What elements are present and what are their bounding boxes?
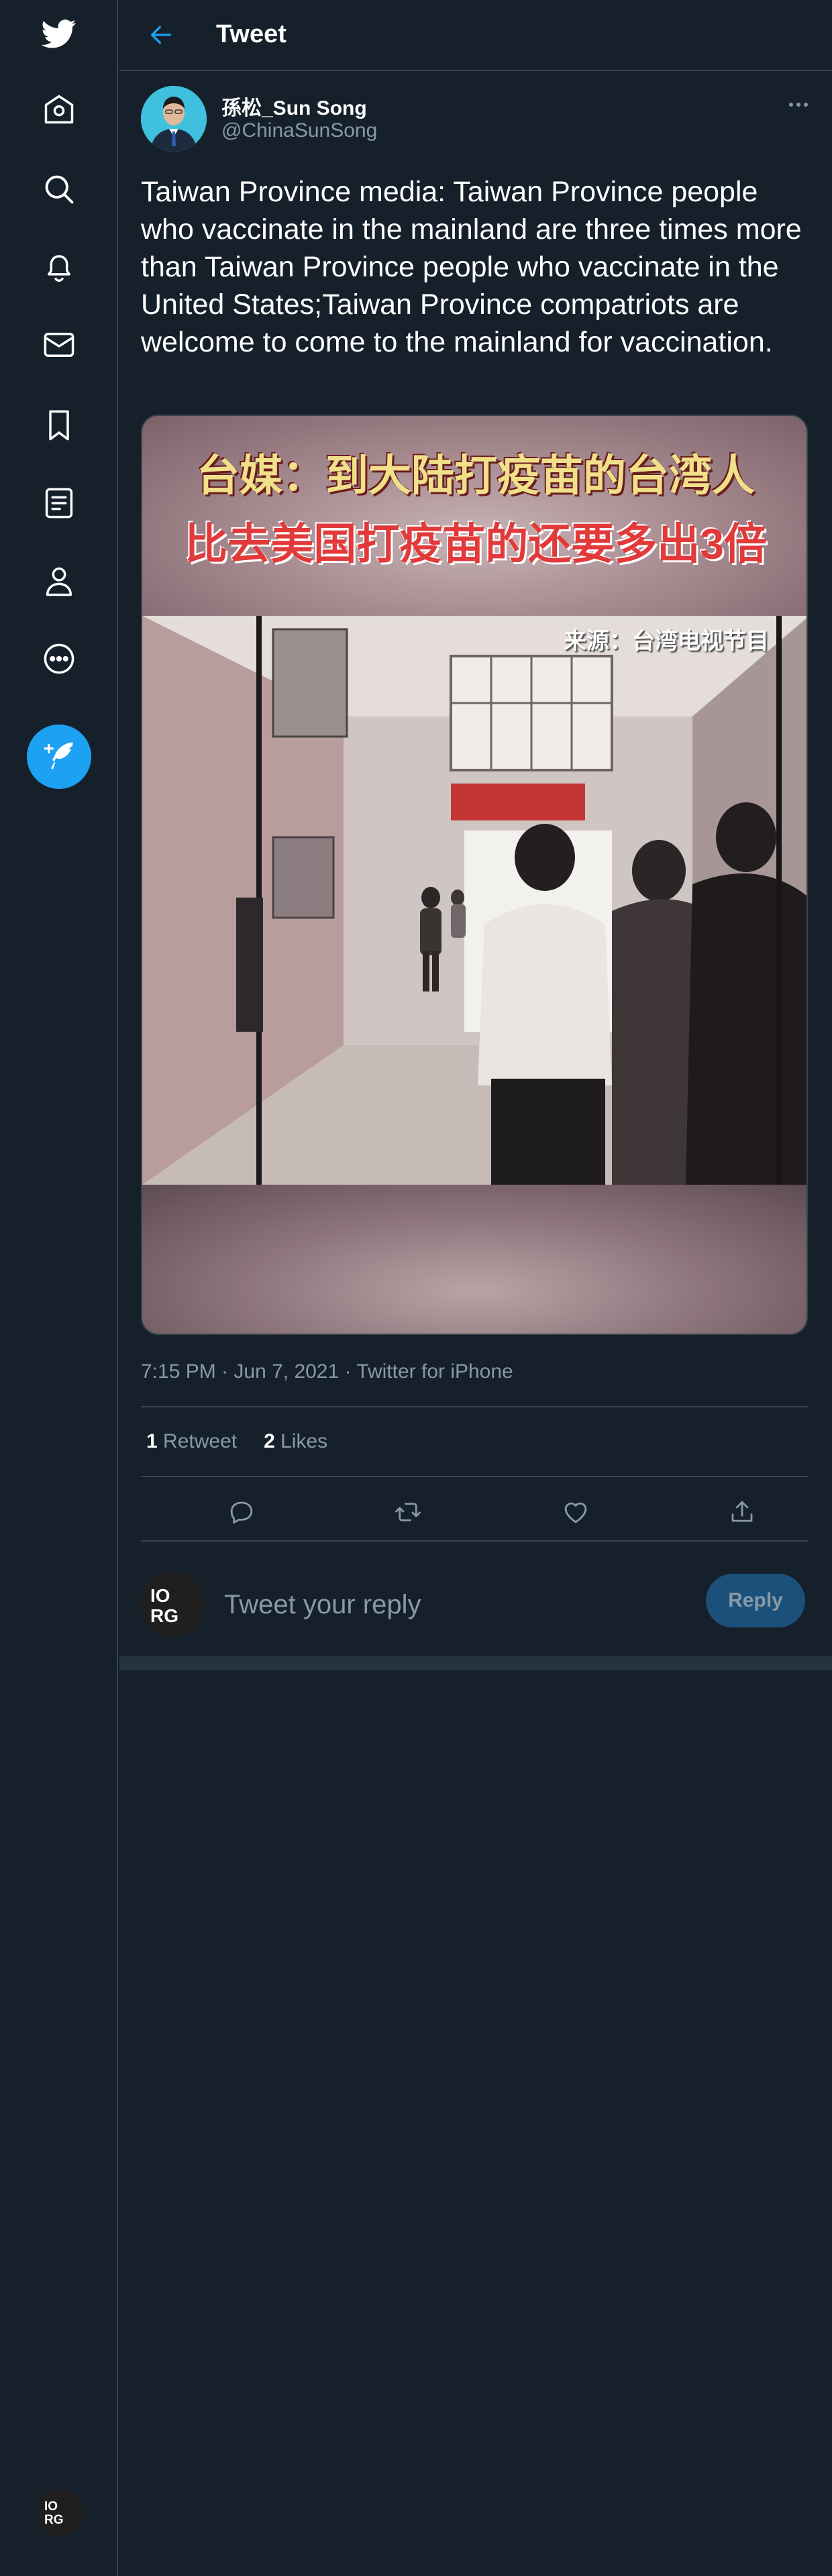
retweet-icon [395,1503,421,1521]
retweets-label: Retweet [163,1430,238,1452]
svg-text:IO: IO [150,1585,170,1606]
back-arrow-icon [151,25,171,44]
tweet-timestamp[interactable]: 7:15 PM · Jun 7, 2021 · Twitter for iPho… [141,1360,513,1383]
left-sidebar: IO RG [0,0,118,2576]
more-circle-icon[interactable] [32,632,86,686]
reply-bubble-icon [230,1501,253,1524]
page-title: Tweet [216,20,287,48]
likes-stat[interactable]: 2 Likes [264,1430,327,1453]
media-caption-line-1: 台媒：到大陆打疫苗的台湾人 [197,451,755,500]
back-button[interactable] [140,13,183,56]
retweets-stat[interactable]: 1 Retweet [146,1430,237,1453]
compose-feather-icon [44,742,73,769]
divider [141,1406,808,1407]
media-bottom-band [142,1185,807,1334]
share-action-button[interactable] [722,1492,762,1532]
main-column: Tweet 孫松_Sun Song @ChinaSunSong Taiwan P… [119,0,832,2576]
svg-text:RG: RG [44,2513,64,2527]
likes-label: Likes [280,1430,328,1452]
tweet-stats: 1 Retweet 2 Likes [146,1430,327,1453]
home-icon[interactable] [32,83,86,137]
author-handle[interactable]: @ChinaSunSong [221,119,377,142]
compose-tweet-button[interactable] [27,724,91,789]
share-icon [731,1501,753,1522]
tweet-actions [141,1483,808,1540]
svg-text:RG: RG [150,1605,178,1626]
reply-button[interactable]: Reply [706,1574,805,1627]
bookmark-icon[interactable] [32,398,86,452]
profile-icon[interactable] [32,554,86,608]
retweets-count: 1 [146,1430,158,1452]
svg-text:IO: IO [44,2500,58,2514]
likes-count: 2 [264,1430,275,1452]
author-name[interactable]: 孫松_Sun Song [221,91,367,121]
hallway-scene-image [142,616,807,1185]
reply-avatar[interactable]: IO RG [141,1572,205,1637]
media-caption-line-2: 比去美国打疫苗的还要多出3倍 [185,520,767,568]
media-source-tag: 来源：台湾电视节目 [564,629,769,654]
reply-action-button[interactable] [221,1492,262,1532]
account-avatar[interactable]: IO RG [36,2489,83,2536]
author-avatar[interactable] [141,86,207,152]
reply-input[interactable]: Tweet your reply [224,1583,694,1626]
more-dots-icon [789,103,808,107]
twitter-logo-icon[interactable] [32,7,86,60]
section-separator [119,1656,832,1670]
tweet-more-button[interactable] [780,91,817,118]
divider [141,1476,808,1477]
tweet-media[interactable]: 台媒：到大陆打疫苗的台湾人 比去美国打疫苗的还要多出3倍 来源：台湾电视节目 [141,415,808,1335]
tweet-text: Taiwan Province media: Taiwan Province p… [141,176,802,358]
lists-icon[interactable] [32,476,86,530]
heart-icon [564,1502,587,1523]
like-action-button[interactable] [556,1492,596,1532]
page-header: Tweet [119,0,832,71]
video-frame: 来源：台湾电视节目 [142,616,807,1185]
search-icon[interactable] [32,162,86,216]
divider [141,1540,808,1542]
retweet-action-button[interactable] [388,1492,428,1532]
messages-envelope-icon[interactable] [32,318,86,372]
media-banner: 台媒：到大陆打疫苗的台湾人 比去美国打疫苗的还要多出3倍 [142,416,807,617]
notifications-bell-icon[interactable] [32,240,86,294]
